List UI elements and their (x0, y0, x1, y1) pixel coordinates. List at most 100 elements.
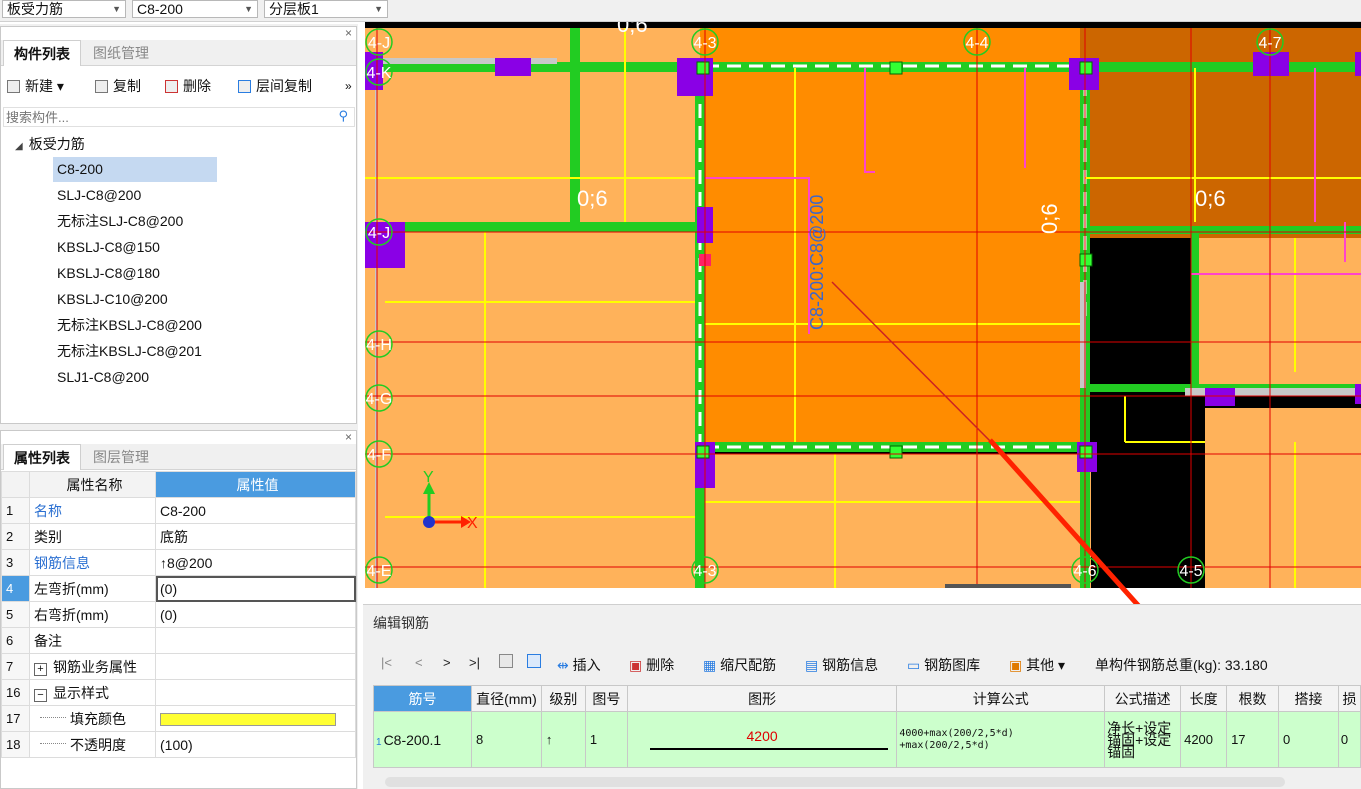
drawing-canvas[interactable]: 0;6 0;6 0;6 0;6 C8-200:C8@200 4-J 4-K 4-3 4… (365, 22, 1361, 588)
tree-collapse-icon[interactable]: ◢ (15, 141, 23, 152)
col-loss[interactable]: 损 (1337, 685, 1361, 712)
copy-button[interactable]: 复制 (95, 73, 141, 99)
nav-prev-button[interactable]: < (415, 655, 423, 670)
tab-layer-manage[interactable]: 图层管理 (83, 444, 159, 470)
other-button[interactable]: ▣ 其他 ▾ (1009, 655, 1065, 675)
tree-item[interactable]: KBSLJ-C10@200 (57, 287, 168, 312)
property-row[interactable]: 18 不透明度 (100) (1, 731, 356, 758)
property-row[interactable]: 6 备注 (1, 627, 356, 654)
tab-property-list[interactable]: 属性列表 (3, 444, 81, 470)
horizontal-scrollbar[interactable] (385, 777, 1285, 787)
tree-item[interactable]: SLJ1-C8@200 (57, 365, 149, 390)
nav-next-button[interactable]: > (443, 655, 451, 670)
tab-drawing-manage[interactable]: 图纸管理 (83, 40, 159, 66)
cell-diameter[interactable]: 8 (470, 711, 542, 768)
property-row[interactable]: 3 钢筋信息 ↑8@200 (1, 549, 356, 576)
tree-connector (40, 743, 66, 745)
canvas-splitter-handle[interactable] (945, 584, 1071, 588)
element-type-select[interactable]: 板受力筋 ▼ (2, 0, 126, 18)
tree-item[interactable]: 无标注KBSLJ-C8@200 (57, 313, 202, 338)
delete-row-label: 删除 (646, 657, 675, 673)
collapse-icon[interactable]: − (34, 688, 47, 702)
property-value[interactable] (155, 653, 356, 680)
col-lap[interactable]: 搭接 (1278, 685, 1339, 712)
nav-last-button[interactable]: >| (469, 655, 480, 670)
property-row[interactable]: 5 右弯折(mm) (0) (1, 601, 356, 628)
cell-length[interactable]: 4200 (1180, 711, 1228, 768)
delete-row-button[interactable]: ▣ 删除 (629, 655, 674, 675)
property-name: − 显示样式 (29, 679, 156, 706)
cell-grade[interactable]: ↑ (540, 711, 586, 768)
close-icon[interactable]: × (345, 430, 352, 444)
tree-item[interactable]: KBSLJ-C8@150 (57, 235, 160, 260)
cell-loss[interactable]: 0 (1337, 711, 1361, 768)
cell-lap[interactable]: 0 (1278, 711, 1339, 768)
expand-icon[interactable]: + (34, 662, 47, 676)
property-value[interactable]: (100) (155, 731, 356, 758)
layer-select[interactable]: 分层板1 ▼ (264, 0, 388, 18)
rebar-table-header: 筋号 直径(mm) 级别 图号 图形 计算公式 公式描述 长度 根数 搭接 损 (373, 685, 1361, 712)
slab-region (365, 232, 700, 588)
other-label: 其他 (1026, 657, 1055, 673)
property-name-label: 钢筋信息 (34, 554, 90, 571)
col-bar-no[interactable]: 筋号 (373, 685, 472, 712)
close-icon[interactable]: × (345, 26, 352, 40)
fill-color-swatch[interactable] (160, 713, 336, 727)
new-button[interactable]: 新建 ▾ (7, 73, 64, 99)
property-row[interactable]: 2 类别 底筋 (1, 523, 356, 550)
tree-item[interactable]: SLJ-C8@200 (57, 183, 141, 208)
tree-root[interactable]: ◢ 板受力筋 (15, 132, 85, 156)
table-row[interactable]: 1 C8-200.1 8 ↑ 1 4200 4000+max(200/2,5*d)… (373, 711, 1361, 768)
component-select[interactable]: C8-200 ▼ (132, 0, 258, 18)
scale-rebar-button[interactable]: ▦ 缩尺配筋 (703, 655, 776, 675)
col-count[interactable]: 根数 (1226, 685, 1279, 712)
tree-item[interactable]: 无标注SLJ-C8@200 (57, 209, 183, 234)
tree-item[interactable]: 无标注KBSLJ-C8@201 (57, 339, 202, 364)
search-input[interactable] (4, 108, 324, 126)
property-row[interactable]: 17 填充颜色 (1, 705, 356, 732)
cell-count[interactable]: 17 (1226, 711, 1279, 768)
cell-formula[interactable]: 4000+max(200/2,5*d) +max(200/2,5*d) (896, 711, 1106, 768)
property-value[interactable] (155, 627, 356, 654)
property-row[interactable]: 7 + 钢筋业务属性 (1, 653, 356, 680)
property-row[interactable]: 4 左弯折(mm) (0) (1, 575, 356, 602)
search-icon[interactable]: ⚲ (338, 108, 348, 124)
more-button[interactable]: » (345, 73, 352, 99)
property-row[interactable]: 1 名称 C8-200 (1, 497, 356, 524)
col-fig-no[interactable]: 图号 (584, 685, 628, 712)
property-value[interactable]: (0) (155, 601, 356, 628)
property-value[interactable] (155, 705, 356, 732)
cell-formula-desc[interactable]: 净长+设定 锚固+设定 锚固 (1104, 711, 1182, 768)
col-formula[interactable]: 计算公式 (896, 685, 1106, 712)
rebar-library-button[interactable]: ▭ 钢筋图库 (907, 655, 980, 675)
property-value[interactable]: (0) (155, 575, 356, 602)
insert-button[interactable]: ⇹ 插入 (557, 655, 601, 675)
property-value[interactable]: C8-200 (155, 497, 356, 524)
property-value[interactable]: 底筋 (155, 523, 356, 550)
col-length[interactable]: 长度 (1180, 685, 1228, 712)
rebar-label: 0;6 (1195, 186, 1226, 211)
cell-fig-no[interactable]: 1 (584, 711, 628, 768)
delete-button[interactable]: 删除 (165, 73, 211, 99)
col-formula-desc[interactable]: 公式描述 (1104, 685, 1182, 712)
move-up-icon[interactable] (499, 654, 513, 668)
rebar-info-button[interactable]: ▤ 钢筋信息 (805, 655, 878, 675)
col-grade[interactable]: 级别 (540, 685, 586, 712)
property-index: 5 (1, 601, 30, 628)
tab-component-list[interactable]: 构件列表 (3, 40, 81, 66)
col-diameter[interactable]: 直径(mm) (470, 685, 542, 712)
tree-item[interactable]: C8-200 (53, 157, 217, 182)
left-panels: × 构件列表 图纸管理 新建 ▾ 复制 删除 层间复制 » ⚲ ◢ 板受力筋 C8… (0, 24, 358, 789)
property-index: 3 (1, 549, 30, 576)
property-value[interactable] (155, 679, 356, 706)
cell-bar-no[interactable]: 1 C8-200.1 (373, 711, 472, 768)
floor-copy-button[interactable]: 层间复制 (238, 73, 312, 99)
tree-item[interactable]: KBSLJ-C8@180 (57, 261, 160, 286)
move-down-icon[interactable] (527, 654, 541, 668)
nav-first-button[interactable]: |< (381, 655, 392, 670)
property-value[interactable]: ↑8@200 (155, 549, 356, 576)
property-row[interactable]: 16− 显示样式 (1, 679, 356, 706)
cell-shape[interactable]: 4200 (626, 711, 898, 768)
col-shape[interactable]: 图形 (626, 685, 898, 712)
slab-region-selected (705, 68, 1085, 451)
